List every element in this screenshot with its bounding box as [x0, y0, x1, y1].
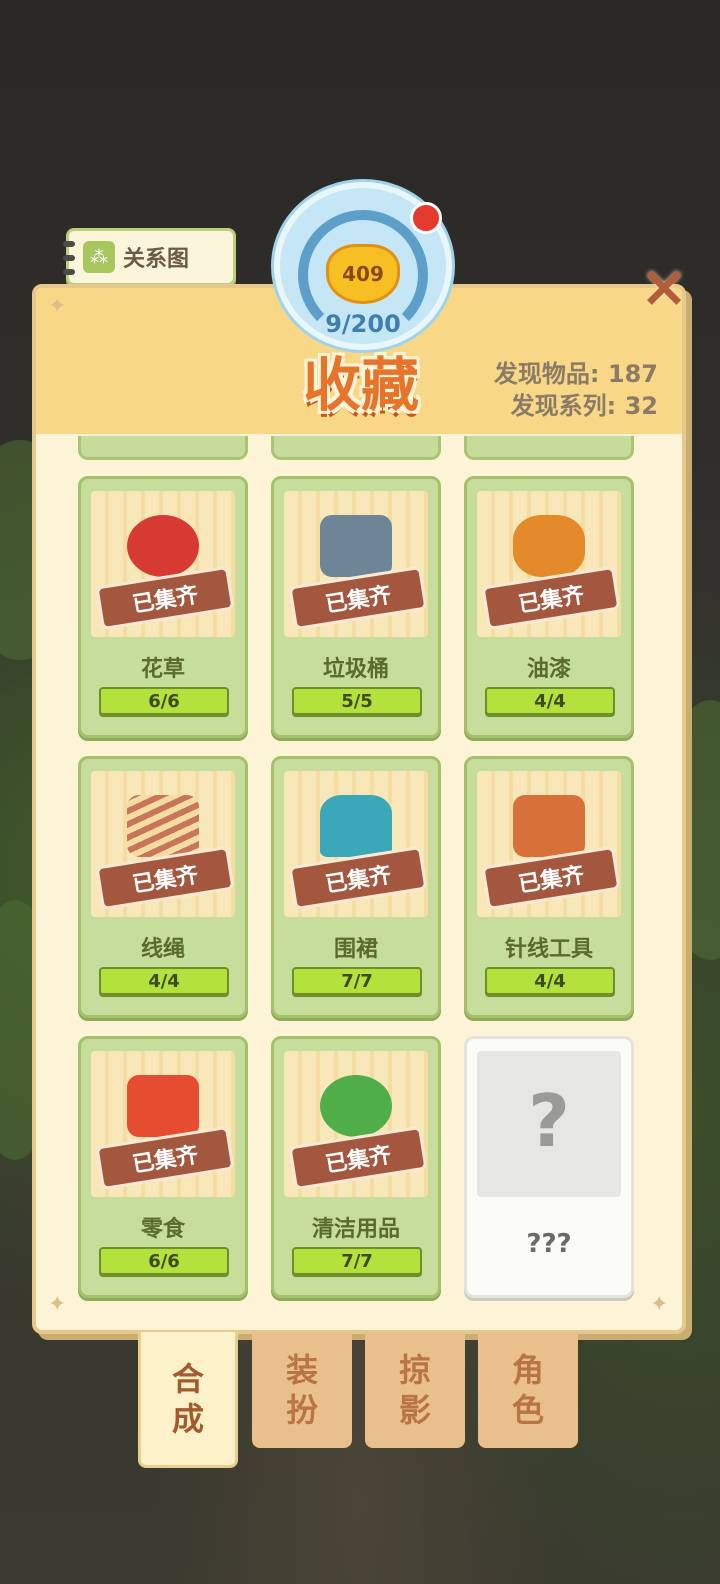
notification-dot [410, 202, 442, 234]
completed-stamp: 已集齐 [291, 849, 425, 907]
card-name: 线绳 [140, 937, 185, 962]
card-image: 已集齐 [477, 491, 621, 637]
stat-series-found: 发现系列: 32 [510, 392, 658, 420]
collection-card[interactable]: 已集齐 垃圾桶 5/5 [271, 476, 441, 738]
card-name: 油漆 [526, 657, 571, 682]
collection-card[interactable]: 已集齐 零食 6/6 [78, 1036, 248, 1298]
collection-card[interactable]: 已集齐 线绳 4/4 [78, 756, 248, 1018]
binder-ring [63, 269, 75, 275]
card-progress: 6/6 [99, 687, 229, 715]
card-image: 已集齐 [91, 491, 235, 637]
relationship-tree-icon: ⁂ [83, 241, 115, 273]
corner-decoration: ✦ [48, 294, 67, 319]
card-image: 已集齐 [477, 771, 621, 917]
card-progress: 5/5 [292, 687, 422, 715]
corner-decoration: ✦ [650, 1292, 669, 1317]
collection-card[interactable]: 已集齐 油漆 4/4 [464, 476, 634, 738]
discovery-stats: 发现物品: 187 发现系列: 32 [494, 358, 658, 422]
cleaning-supplies-icon [320, 1075, 392, 1137]
card-name: 针线工具 [504, 937, 593, 962]
tab-glimpses[interactable]: 掠 影 [365, 1332, 465, 1448]
snacks-icon [127, 1075, 199, 1137]
relationship-map-label: 关系图 [123, 247, 190, 272]
collection-card[interactable]: 已集齐 花草 6/6 [78, 476, 248, 738]
collection-card[interactable]: 已集齐 针线工具 4/4 [464, 756, 634, 1018]
completed-stamp: 已集齐 [98, 1129, 232, 1187]
tab-craft[interactable]: 合 成 [138, 1332, 238, 1468]
scrolled-card-stubs [78, 436, 638, 462]
relationship-map-tab[interactable]: ⁂ 关系图 [63, 228, 236, 286]
card-progress: 7/7 [292, 1247, 422, 1275]
card-name: 围裙 [333, 937, 378, 962]
stat-items-found: 发现物品: 187 [493, 360, 658, 388]
card-image: 已集齐 [284, 771, 428, 917]
collection-card[interactable]: 已集齐 围裙 7/7 [271, 756, 441, 1018]
card-image: 已集齐 [91, 771, 235, 917]
rope-icon [127, 795, 199, 857]
card-stub [271, 436, 441, 460]
paint-cans-icon [513, 515, 585, 577]
sewing-box-icon [513, 795, 585, 857]
completed-stamp: 已集齐 [98, 849, 232, 907]
locked-collection-card[interactable]: ? ??? [464, 1036, 634, 1298]
heart-icon: 409 [326, 244, 400, 304]
card-image: 已集齐 [91, 1051, 235, 1197]
card-image: ? [477, 1051, 621, 1197]
card-name: ??? [526, 1229, 572, 1259]
tab-characters[interactable]: 角 色 [478, 1332, 578, 1448]
card-name: 零食 [140, 1217, 185, 1242]
question-mark-icon: ? [528, 1079, 570, 1163]
collection-card[interactable]: 已集齐 清洁用品 7/7 [271, 1036, 441, 1298]
corner-decoration: ✦ [48, 1292, 67, 1317]
card-progress: 7/7 [292, 967, 422, 995]
apron-icon [320, 795, 392, 857]
flowers-icon [127, 515, 199, 577]
binder-ring [63, 255, 75, 261]
card-progress: 4/4 [99, 967, 229, 995]
completed-stamp: 已集齐 [291, 1129, 425, 1187]
card-progress: 4/4 [485, 687, 615, 715]
completed-stamp: 已集齐 [291, 569, 425, 627]
card-stub [464, 436, 634, 460]
tab-dress-up[interactable]: 装 扮 [252, 1332, 352, 1448]
close-icon: × [639, 252, 689, 320]
completed-stamp: 已集齐 [98, 569, 232, 627]
card-name: 清洁用品 [311, 1217, 400, 1242]
card-stub [78, 436, 248, 460]
card-name: 花草 [140, 657, 185, 682]
binder-ring [63, 241, 75, 247]
card-name: 垃圾桶 [322, 657, 389, 682]
badge-progress: 9/200 [325, 310, 401, 338]
card-progress: 6/6 [99, 1247, 229, 1275]
card-image: 已集齐 [284, 491, 428, 637]
trash-bin-icon [320, 515, 392, 577]
heart-count: 409 [342, 262, 384, 286]
card-progress: 4/4 [485, 967, 615, 995]
completed-stamp: 已集齐 [484, 849, 618, 907]
close-button[interactable]: × [636, 252, 692, 320]
completed-stamp: 已集齐 [484, 569, 618, 627]
card-image: 已集齐 [284, 1051, 428, 1197]
